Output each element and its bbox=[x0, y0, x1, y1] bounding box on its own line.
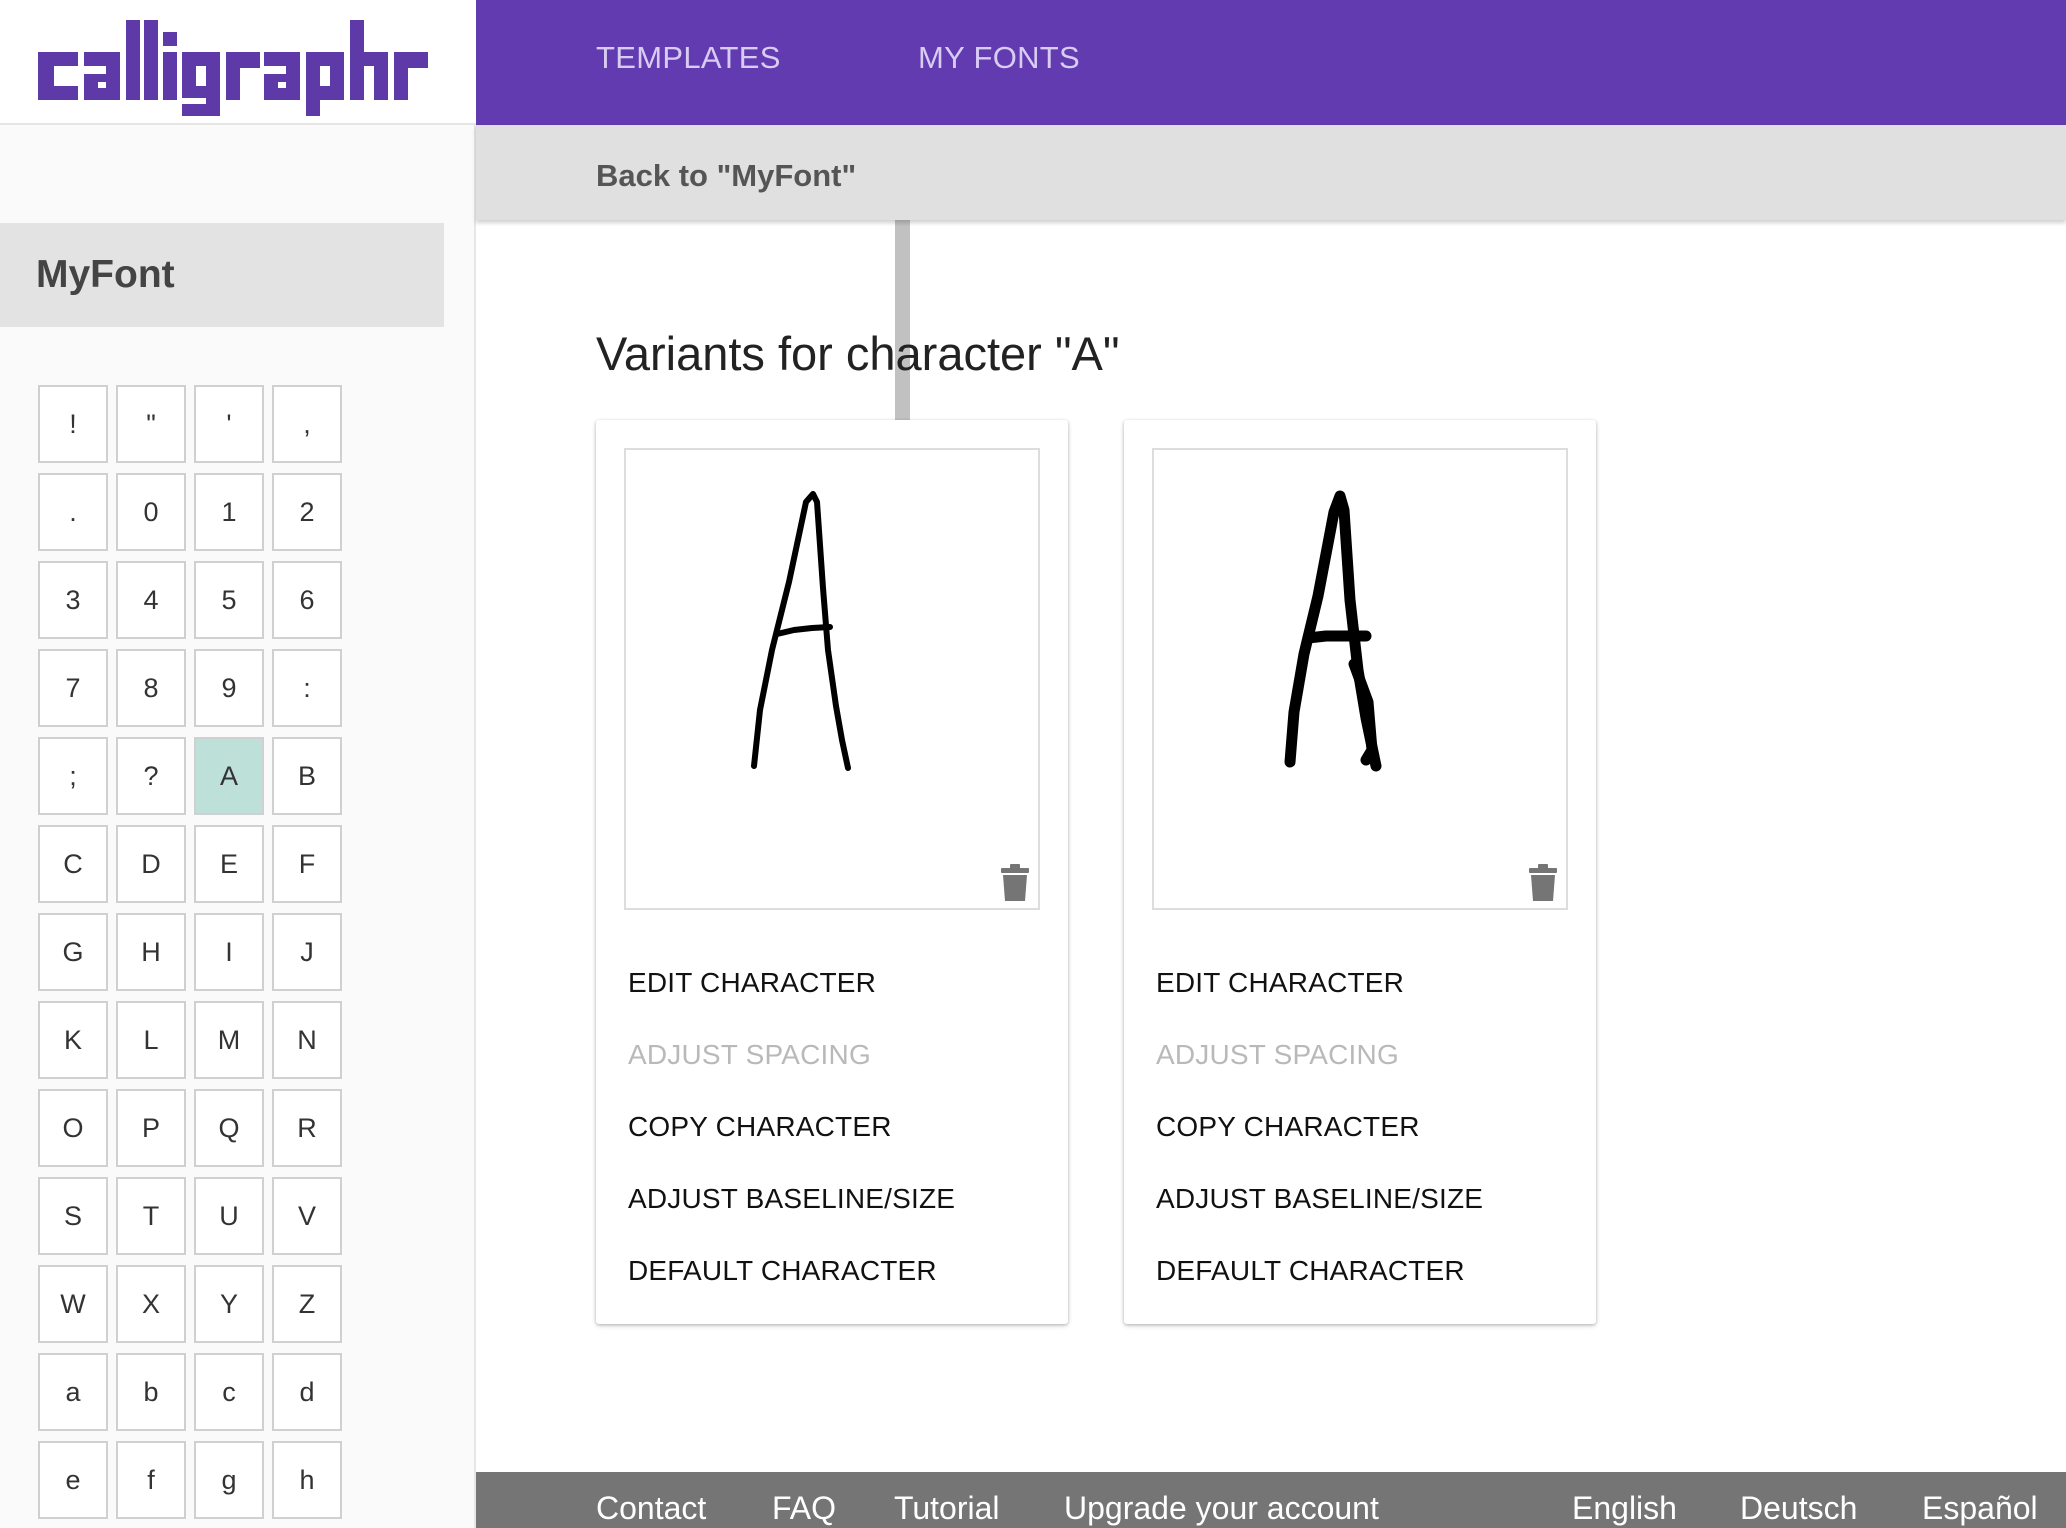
character-cell[interactable]: 2 bbox=[272, 473, 342, 551]
character-cell[interactable]: G bbox=[38, 913, 108, 991]
character-cell[interactable]: : bbox=[272, 649, 342, 727]
character-cell[interactable]: I bbox=[194, 913, 264, 991]
character-cell[interactable]: D bbox=[116, 825, 186, 903]
character-cell[interactable]: ? bbox=[116, 737, 186, 815]
character-cell[interactable]: T bbox=[116, 1177, 186, 1255]
character-cell[interactable]: b bbox=[116, 1353, 186, 1431]
character-cell[interactable]: g bbox=[194, 1441, 264, 1519]
copy-character-button[interactable]: COPY CHARACTER bbox=[1156, 1111, 1420, 1143]
character-cell[interactable]: ; bbox=[38, 737, 108, 815]
footer-faq-link[interactable]: FAQ bbox=[772, 1490, 836, 1527]
copy-character-button[interactable]: COPY CHARACTER bbox=[628, 1111, 892, 1143]
character-cell[interactable]: R bbox=[272, 1089, 342, 1167]
character-cell[interactable]: , bbox=[272, 385, 342, 463]
character-cell[interactable]: Z bbox=[272, 1265, 342, 1343]
character-cell[interactable]: 7 bbox=[38, 649, 108, 727]
character-cell[interactable]: f bbox=[116, 1441, 186, 1519]
adjust-spacing-button[interactable]: ADJUST SPACING bbox=[1156, 1039, 1399, 1071]
character-cell[interactable]: F bbox=[272, 825, 342, 903]
footer: Contact FAQ Tutorial Upgrade your accoun… bbox=[476, 1472, 2066, 1528]
glyph-preview[interactable]: A bbox=[1152, 448, 1568, 910]
character-cell[interactable]: 6 bbox=[272, 561, 342, 639]
character-cell[interactable]: C bbox=[38, 825, 108, 903]
subheader: Back to "MyFont" bbox=[476, 125, 2066, 220]
character-cell[interactable]: X bbox=[116, 1265, 186, 1343]
character-cell[interactable]: 1 bbox=[194, 473, 264, 551]
character-cell[interactable]: e bbox=[38, 1441, 108, 1519]
glyph-preview[interactable]: A bbox=[624, 448, 1040, 910]
footer-language-espanol[interactable]: Español bbox=[1922, 1490, 2038, 1527]
variant-card: A EDIT CHARACTER ADJUST SPACING COPY CHA… bbox=[596, 420, 1068, 1324]
character-cell[interactable]: B bbox=[272, 737, 342, 815]
character-cell[interactable]: H bbox=[116, 913, 186, 991]
adjust-baseline-size-button[interactable]: ADJUST BASELINE/SIZE bbox=[628, 1183, 955, 1215]
character-cell[interactable]: 4 bbox=[116, 561, 186, 639]
character-cell[interactable]: K bbox=[38, 1001, 108, 1079]
page-title: Variants for character "A" bbox=[596, 327, 1120, 380]
character-cell[interactable]: P bbox=[116, 1089, 186, 1167]
nav-templates-link[interactable]: TEMPLATES bbox=[596, 40, 781, 76]
character-cell[interactable]: d bbox=[272, 1353, 342, 1431]
character-cell[interactable]: W bbox=[38, 1265, 108, 1343]
character-grid: ! " ',. 0 1 2 3 4 5 6 7 8 9:;? A B C D E F G H I J K L M N O P Q R S T U V… bbox=[38, 385, 358, 1519]
character-cell[interactable]: O bbox=[38, 1089, 108, 1167]
character-cell[interactable]: " bbox=[116, 385, 186, 463]
footer-upgrade-link[interactable]: Upgrade your account bbox=[1064, 1490, 1379, 1527]
adjust-baseline-size-button[interactable]: ADJUST BASELINE/SIZE bbox=[1156, 1183, 1483, 1215]
sidebar-scroll-track[interactable] bbox=[444, 125, 910, 1528]
nav-my-fonts-link[interactable]: MY FONTS bbox=[918, 40, 1080, 76]
character-cell[interactable]: . bbox=[38, 473, 108, 551]
character-cell[interactable]: S bbox=[38, 1177, 108, 1255]
character-cell[interactable]: a bbox=[38, 1353, 108, 1431]
calligraphr-logo[interactable]: calligraphr bbox=[34, 12, 434, 117]
character-cell[interactable]: 9 bbox=[194, 649, 264, 727]
variant-card: A EDIT CHARACTER ADJUST SPACING COPY CHA… bbox=[1124, 420, 1596, 1324]
handwritten-glyph-a: A bbox=[1284, 490, 1382, 772]
edit-character-button[interactable]: EDIT CHARACTER bbox=[628, 967, 876, 999]
character-cell[interactable]: U bbox=[194, 1177, 264, 1255]
character-cell[interactable]: 5 bbox=[194, 561, 264, 639]
character-cell[interactable]: 3 bbox=[38, 561, 108, 639]
character-cell[interactable]: ! bbox=[38, 385, 108, 463]
back-to-font-link[interactable]: Back to "MyFont" bbox=[596, 158, 856, 194]
footer-tutorial-link[interactable]: Tutorial bbox=[894, 1490, 1000, 1527]
character-cell[interactable]: E bbox=[194, 825, 264, 903]
character-cell[interactable]: h bbox=[272, 1441, 342, 1519]
font-title: MyFont bbox=[36, 253, 175, 296]
default-character-button[interactable]: DEFAULT CHARACTER bbox=[1156, 1255, 1465, 1287]
font-title-band: MyFont bbox=[0, 223, 444, 327]
character-cell[interactable]: M bbox=[194, 1001, 264, 1079]
edit-character-button[interactable]: EDIT CHARACTER bbox=[1156, 967, 1404, 999]
character-cell[interactable]: V bbox=[272, 1177, 342, 1255]
character-cell[interactable]: J bbox=[272, 913, 342, 991]
character-cell[interactable]: Y bbox=[194, 1265, 264, 1343]
character-cell[interactable]: Q bbox=[194, 1089, 264, 1167]
handwritten-glyph-a: A bbox=[751, 491, 851, 771]
top-navigation: TEMPLATES MY FONTS bbox=[476, 0, 2066, 125]
character-cell[interactable]: N bbox=[272, 1001, 342, 1079]
footer-language-english[interactable]: English bbox=[1572, 1490, 1677, 1527]
adjust-spacing-button[interactable]: ADJUST SPACING bbox=[628, 1039, 871, 1071]
character-cell[interactable]: ' bbox=[194, 385, 264, 463]
character-cell[interactable]: 8 bbox=[116, 649, 186, 727]
logo-area[interactable]: calligraphr bbox=[0, 0, 476, 125]
sidebar: MyFont ! " ',. 0 1 2 3 4 5 6 7 8 9:;? A B C D E F G H I J K L M N O… bbox=[0, 125, 910, 1528]
character-cell[interactable]: 0 bbox=[116, 473, 186, 551]
trash-icon[interactable] bbox=[1000, 864, 1030, 902]
footer-contact-link[interactable]: Contact bbox=[596, 1490, 706, 1527]
character-cell[interactable]: L bbox=[116, 1001, 186, 1079]
character-cell[interactable]: A bbox=[194, 737, 264, 815]
trash-icon[interactable] bbox=[1528, 864, 1558, 902]
footer-language-deutsch[interactable]: Deutsch bbox=[1740, 1490, 1857, 1527]
default-character-button[interactable]: DEFAULT CHARACTER bbox=[628, 1255, 937, 1287]
character-cell[interactable]: c bbox=[194, 1353, 264, 1431]
